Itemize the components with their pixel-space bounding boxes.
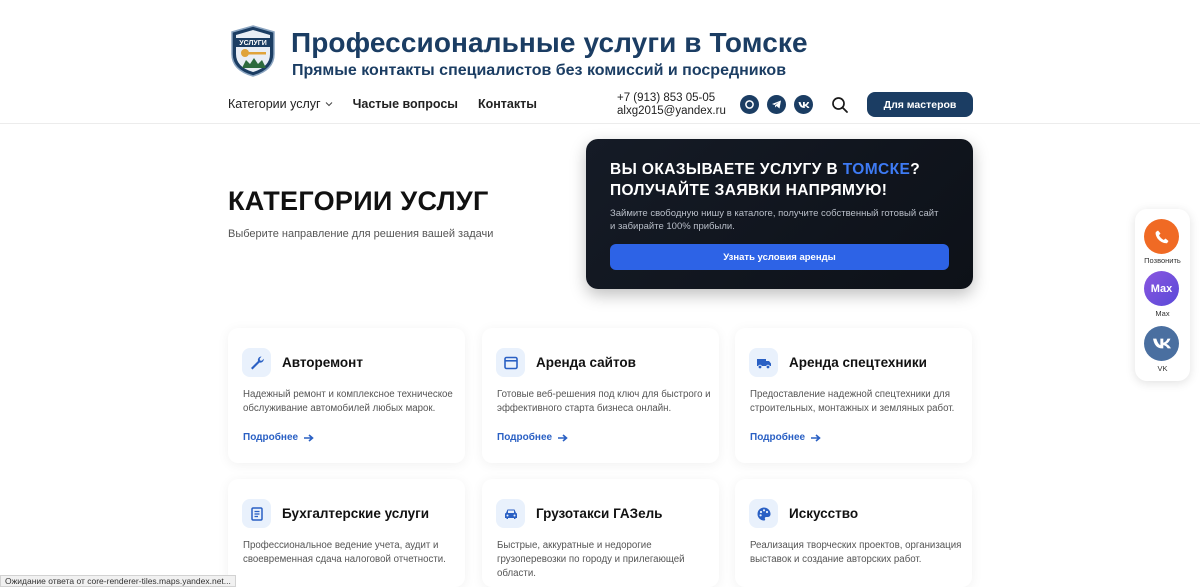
promo-title-city: ТОМСКЕ — [842, 161, 911, 178]
card-title: Бухгалтерские услуги — [282, 506, 430, 521]
card-description: Реализация творческих проектов, организа… — [750, 540, 962, 565]
browser-window-icon — [496, 348, 525, 377]
header-contacts: +7 (913) 853 05-05 alxg2015@yandex.ru — [617, 92, 726, 118]
vk-label: VK — [1157, 364, 1168, 373]
nav-faq[interactable]: Частые вопросы — [353, 97, 458, 111]
truck-icon — [749, 348, 778, 377]
site-title: Профессиональные услуги в Томске — [291, 27, 808, 58]
for-masters-button[interactable]: Для мастеров — [867, 92, 973, 117]
card-more-label: Подробнее — [750, 432, 806, 443]
max-label: Max — [1155, 309, 1170, 318]
card-title: Аренда спецтехники — [789, 355, 927, 370]
card-title: Аренда сайтов — [536, 355, 636, 370]
wrench-icon — [242, 348, 271, 377]
card-more-link[interactable]: Подробнее — [750, 432, 821, 443]
site-subtitle: Прямые контакты специалистов без комисси… — [292, 62, 787, 79]
promo-title: ВЫ ОКАЗЫВАЕТЕ УСЛУГУ В ТОМСКЕ? ПОЛУЧАЙТЕ… — [610, 159, 920, 201]
category-card-website-rent[interactable]: Аренда сайтов Готовые веб-решения под кл… — [482, 328, 719, 463]
logo-text: УСЛУГИ — [239, 40, 267, 47]
card-description: Профессиональное ведение учета, аудит и … — [243, 540, 446, 565]
promo-title-part1: ВЫ ОКАЗЫВАЕТЕ УСЛУГУ В — [610, 161, 843, 178]
phone-link[interactable]: +7 (913) 853 05-05 — [617, 92, 726, 105]
arrow-right-icon — [304, 433, 314, 442]
car-icon — [496, 499, 525, 528]
nav-categories-label: Категории услуг — [228, 97, 321, 111]
card-description: Быстрые, аккуратные и недорогие грузопер… — [497, 540, 685, 579]
nav-contacts[interactable]: Контакты — [478, 97, 537, 111]
phone-icon — [1155, 230, 1168, 243]
promo-banner: ВЫ ОКАЗЫВАЕТЕ УСЛУГУ В ТОМСКЕ? ПОЛУЧАЙТЕ… — [586, 139, 973, 289]
card-more-label: Подробнее — [243, 432, 299, 443]
site-logo[interactable]: УСЛУГИ — [228, 24, 278, 78]
email-link[interactable]: alxg2015@yandex.ru — [617, 105, 726, 118]
page-title: КАТЕГОРИИ УСЛУГ — [228, 186, 489, 216]
promo-title-line2: ПОЛУЧАЙТЕ ЗАЯВКИ НАПРЯМУЮ! — [610, 182, 888, 199]
call-button[interactable] — [1144, 219, 1179, 254]
floating-contact-panel: Позвонить Max Max VK — [1135, 209, 1190, 381]
vk-icon — [1152, 338, 1171, 349]
category-card-accounting[interactable]: Бухгалтерские услуги Профессиональное ве… — [228, 479, 465, 587]
telegram-icon[interactable] — [767, 95, 786, 114]
promo-title-part2: ? — [910, 161, 921, 178]
category-card-gazelle-taxi[interactable]: Грузотакси ГАЗель Быстрые, аккуратные и … — [482, 479, 719, 587]
card-more-link[interactable]: Подробнее — [497, 432, 568, 443]
site-header: УСЛУГИ Профессиональные услуги в Томске … — [0, 0, 1200, 124]
document-icon — [242, 499, 271, 528]
search-icon[interactable] — [831, 96, 849, 114]
category-card-art[interactable]: Искусство Реализация творческих проектов… — [735, 479, 972, 587]
card-description: Предоставление надежной спецтехники для … — [750, 389, 955, 414]
category-card-autorepair[interactable]: Авторемонт Надежный ремонт и комплексное… — [228, 328, 465, 463]
chevron-down-icon — [325, 102, 332, 107]
card-title: Искусство — [789, 506, 859, 521]
arrow-right-icon — [811, 433, 821, 442]
max-button[interactable]: Max — [1144, 271, 1179, 306]
card-more-link[interactable]: Подробнее — [243, 432, 314, 443]
arrow-right-icon — [558, 433, 568, 442]
card-title: Авторемонт — [282, 355, 363, 370]
max-messenger-icon[interactable] — [740, 95, 759, 114]
rent-terms-button[interactable]: Узнать условия аренды — [610, 244, 949, 270]
card-more-label: Подробнее — [497, 432, 553, 443]
promo-text: Займите свободную нишу в каталоге, получ… — [610, 208, 939, 232]
palette-icon — [749, 499, 778, 528]
browser-status-bar: Ожидание ответа от core-renderer-tiles.m… — [0, 575, 236, 587]
card-description: Готовые веб-решения под ключ для быстрог… — [497, 389, 711, 414]
nav-categories[interactable]: Категории услуг — [228, 97, 333, 111]
category-card-special-equipment[interactable]: Аренда спецтехники Предоставление надежн… — [735, 328, 972, 463]
card-title: Грузотакси ГАЗель — [536, 506, 663, 521]
vk-button[interactable] — [1144, 326, 1179, 361]
call-label: Позвонить — [1144, 256, 1181, 265]
page-subtitle: Выберите направление для решения вашей з… — [228, 228, 494, 240]
main-nav: Категории услуг Частые вопросы Контакты — [228, 97, 537, 111]
vk-icon[interactable] — [794, 95, 813, 114]
card-description: Надежный ремонт и комплексное техническо… — [243, 389, 453, 414]
